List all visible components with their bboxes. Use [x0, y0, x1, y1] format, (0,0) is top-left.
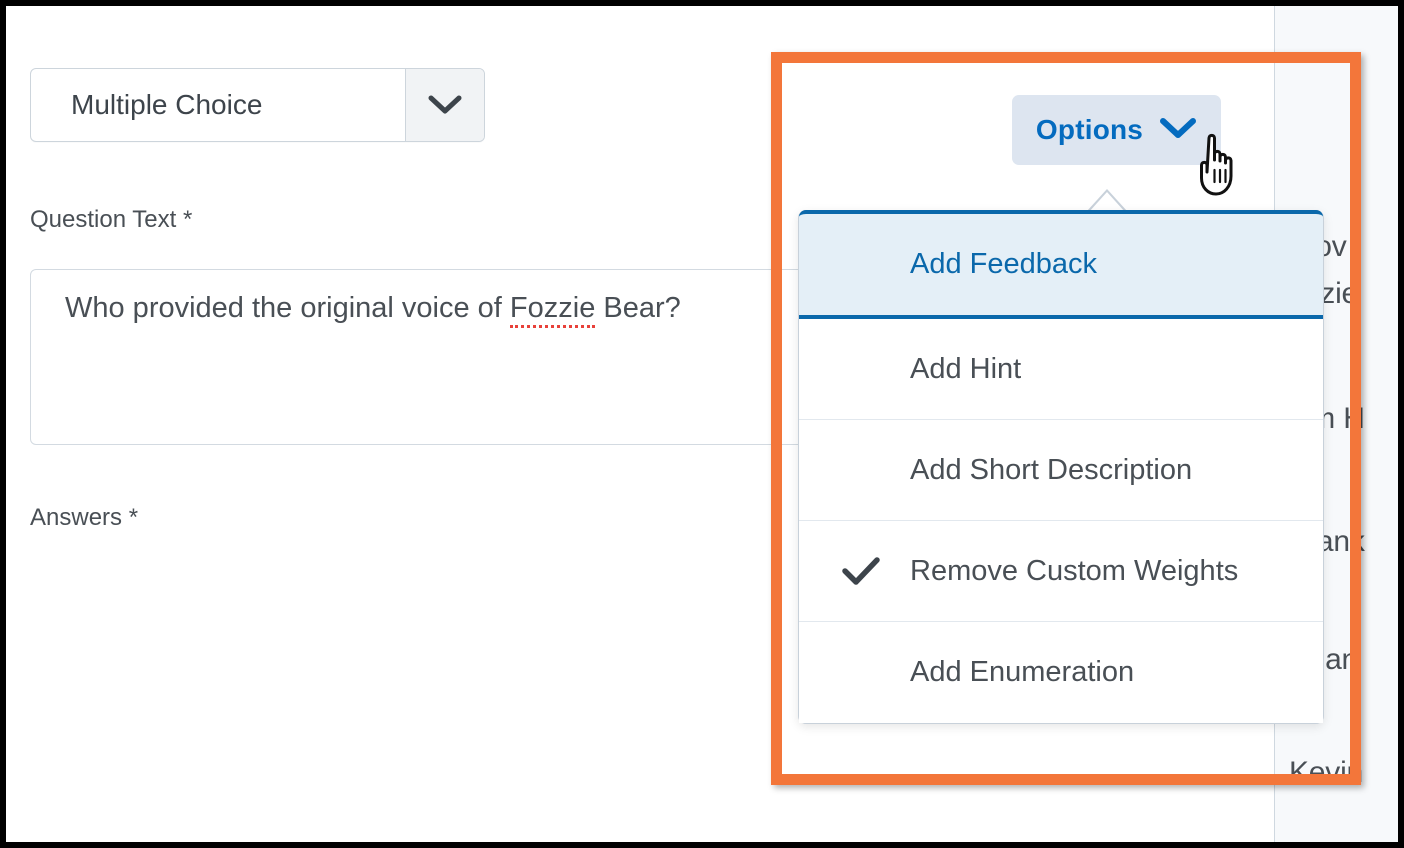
question-text-suffix: Bear?	[595, 292, 680, 324]
menu-item-label: Add Enumeration	[799, 656, 1134, 689]
menu-item-label: Add Hint	[799, 353, 1021, 386]
chevron-down-icon[interactable]	[405, 69, 484, 141]
question-text-value: Who provided the original voice of Fozzi…	[65, 292, 681, 325]
preview-text-line: Kevin	[1289, 756, 1363, 790]
question-type-select[interactable]: Multiple Choice	[30, 68, 485, 142]
menu-item-add-enumeration[interactable]: Add Enumeration	[799, 622, 1323, 723]
checkmark-icon	[841, 555, 881, 587]
menu-item-add-hint[interactable]: Add Hint	[799, 319, 1323, 420]
chevron-down-icon	[1159, 116, 1197, 145]
options-dropdown-menu: Add Feedback Add Hint Add Short Descript…	[798, 210, 1324, 724]
menu-item-label: Add Feedback	[799, 248, 1097, 281]
menu-item-remove-custom-weights[interactable]: Remove Custom Weights	[799, 521, 1323, 622]
menu-item-label: Add Short Description	[799, 454, 1192, 487]
screenshot-root: prov ozzie Jim H Frank Brian Kevin Multi…	[0, 0, 1404, 848]
question-type-value: Multiple Choice	[31, 69, 405, 141]
options-button[interactable]: Options	[1012, 95, 1221, 165]
menu-caret-inner	[1089, 192, 1125, 212]
menu-item-add-short-description[interactable]: Add Short Description	[799, 420, 1323, 521]
options-button-label: Options	[1036, 114, 1143, 146]
menu-item-add-feedback[interactable]: Add Feedback	[799, 210, 1323, 319]
question-text-label: Question Text *	[30, 206, 192, 234]
question-text-misspelled-word: Fozzie	[510, 292, 595, 328]
question-text-prefix: Who provided the original voice of	[65, 292, 510, 324]
answers-label: Answers *	[30, 504, 138, 532]
